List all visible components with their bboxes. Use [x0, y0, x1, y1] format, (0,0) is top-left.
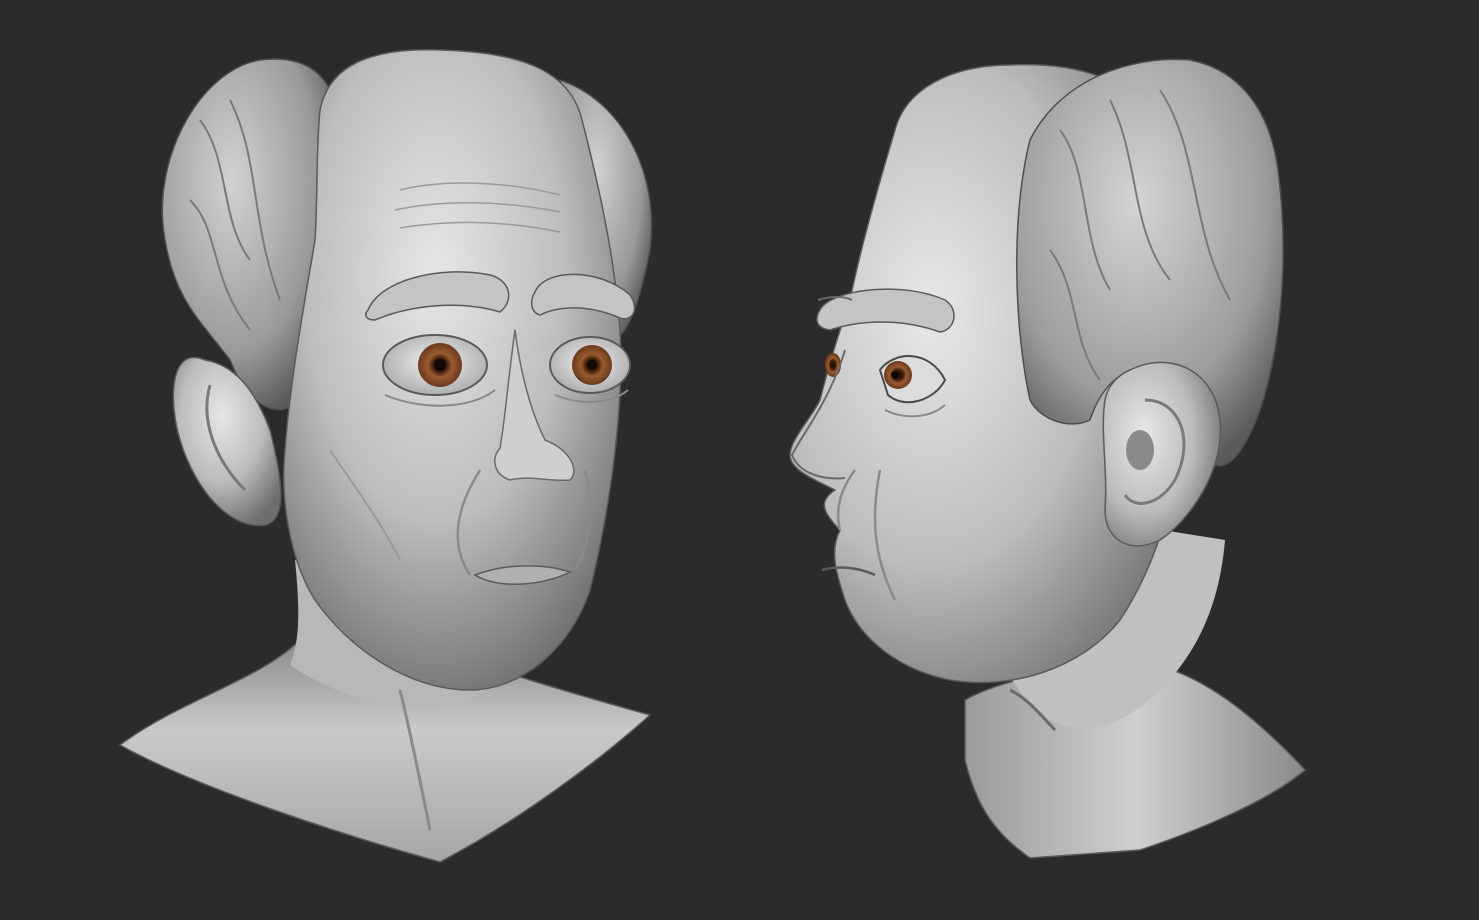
sculpt-viewport	[0, 0, 1479, 920]
bust-profile-view	[740, 0, 1479, 920]
bust-front-svg	[118, 49, 653, 863]
profile-ear	[1102, 361, 1222, 547]
bust-front-view	[0, 0, 760, 920]
profile-far-eye	[825, 353, 841, 377]
bust-profile-svg	[789, 58, 1307, 859]
